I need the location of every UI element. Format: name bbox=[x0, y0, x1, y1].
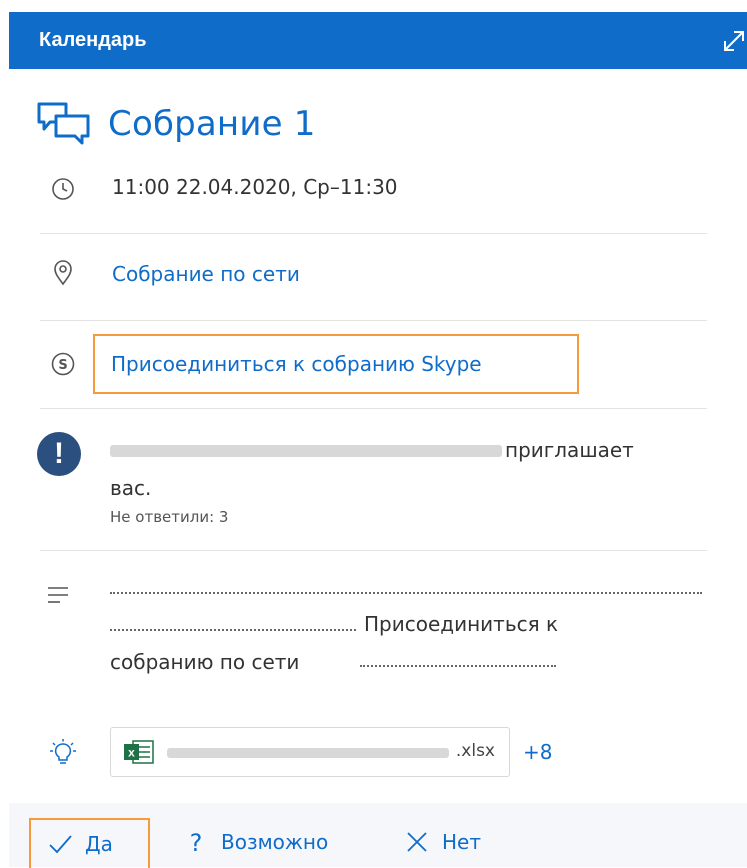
checkmark-icon bbox=[49, 835, 72, 854]
attachment-name-blurred bbox=[167, 748, 449, 758]
question-mark-icon: ? bbox=[190, 829, 203, 855]
lightbulb-icon bbox=[50, 739, 76, 764]
event-location[interactable]: Собрание по сети bbox=[112, 262, 300, 286]
clock-icon bbox=[52, 178, 74, 200]
event-title: Собрание 1 bbox=[108, 104, 316, 144]
text-lines-icon bbox=[48, 587, 68, 603]
location-row: Собрание по сети bbox=[40, 260, 707, 290]
event-time: 11:00 22.04.2020, Ср–11:30 bbox=[112, 175, 398, 199]
invite-text: приглашает bbox=[505, 438, 634, 462]
skype-icon: S bbox=[51, 352, 75, 376]
svg-text:S: S bbox=[58, 358, 67, 373]
decline-button[interactable]: Нет bbox=[404, 817, 481, 867]
organizer-name-blurred bbox=[110, 445, 502, 457]
calendar-card: Календарь Собрание 1 11:00 22.04.2020, С… bbox=[0, 0, 747, 868]
attachment-file[interactable]: x .xlsx bbox=[110, 727, 510, 777]
no-reply-count: Не ответили: 3 bbox=[110, 508, 229, 526]
description-text-1: Присоединиться к bbox=[364, 612, 559, 636]
response-actions-bar: Да ? Возможно Нет bbox=[9, 803, 747, 868]
svg-text:?: ? bbox=[190, 829, 203, 855]
exclamation-icon: ! bbox=[37, 432, 81, 476]
description-dotted-line bbox=[360, 663, 556, 667]
tentative-button[interactable]: ? Возможно bbox=[183, 817, 329, 867]
description-dotted-line bbox=[110, 590, 702, 594]
location-pin-icon bbox=[54, 260, 72, 286]
meeting-chat-icon bbox=[37, 102, 90, 145]
expand-icon[interactable] bbox=[719, 28, 747, 56]
app-header: Календарь bbox=[9, 12, 747, 69]
divider bbox=[40, 550, 707, 551]
description-dotted-line bbox=[110, 627, 356, 631]
skype-link-highlight: Присоединиться к собранию Skype bbox=[93, 334, 579, 394]
header-title: Календарь bbox=[39, 29, 147, 51]
invite-text-2: вас. bbox=[110, 476, 152, 500]
attachment-extension: .xlsx bbox=[455, 741, 495, 761]
event-title-row: Собрание 1 bbox=[36, 94, 316, 154]
accept-button[interactable]: Да bbox=[29, 818, 150, 868]
time-row: 11:00 22.04.2020, Ср–11:30 bbox=[40, 175, 707, 205]
decline-label: Нет bbox=[442, 830, 481, 854]
description-text-2: собранию по сети bbox=[110, 650, 300, 674]
svg-text:x: x bbox=[128, 746, 135, 760]
more-attachments-link[interactable]: +8 bbox=[523, 740, 552, 764]
divider bbox=[40, 408, 707, 409]
excel-file-icon: x bbox=[124, 740, 154, 764]
accept-label: Да bbox=[85, 832, 113, 856]
close-icon bbox=[407, 832, 427, 852]
divider bbox=[40, 233, 707, 234]
tentative-label: Возможно bbox=[221, 830, 329, 854]
divider bbox=[40, 320, 707, 321]
skype-join-link[interactable]: Присоединиться к собранию Skype bbox=[111, 352, 482, 376]
